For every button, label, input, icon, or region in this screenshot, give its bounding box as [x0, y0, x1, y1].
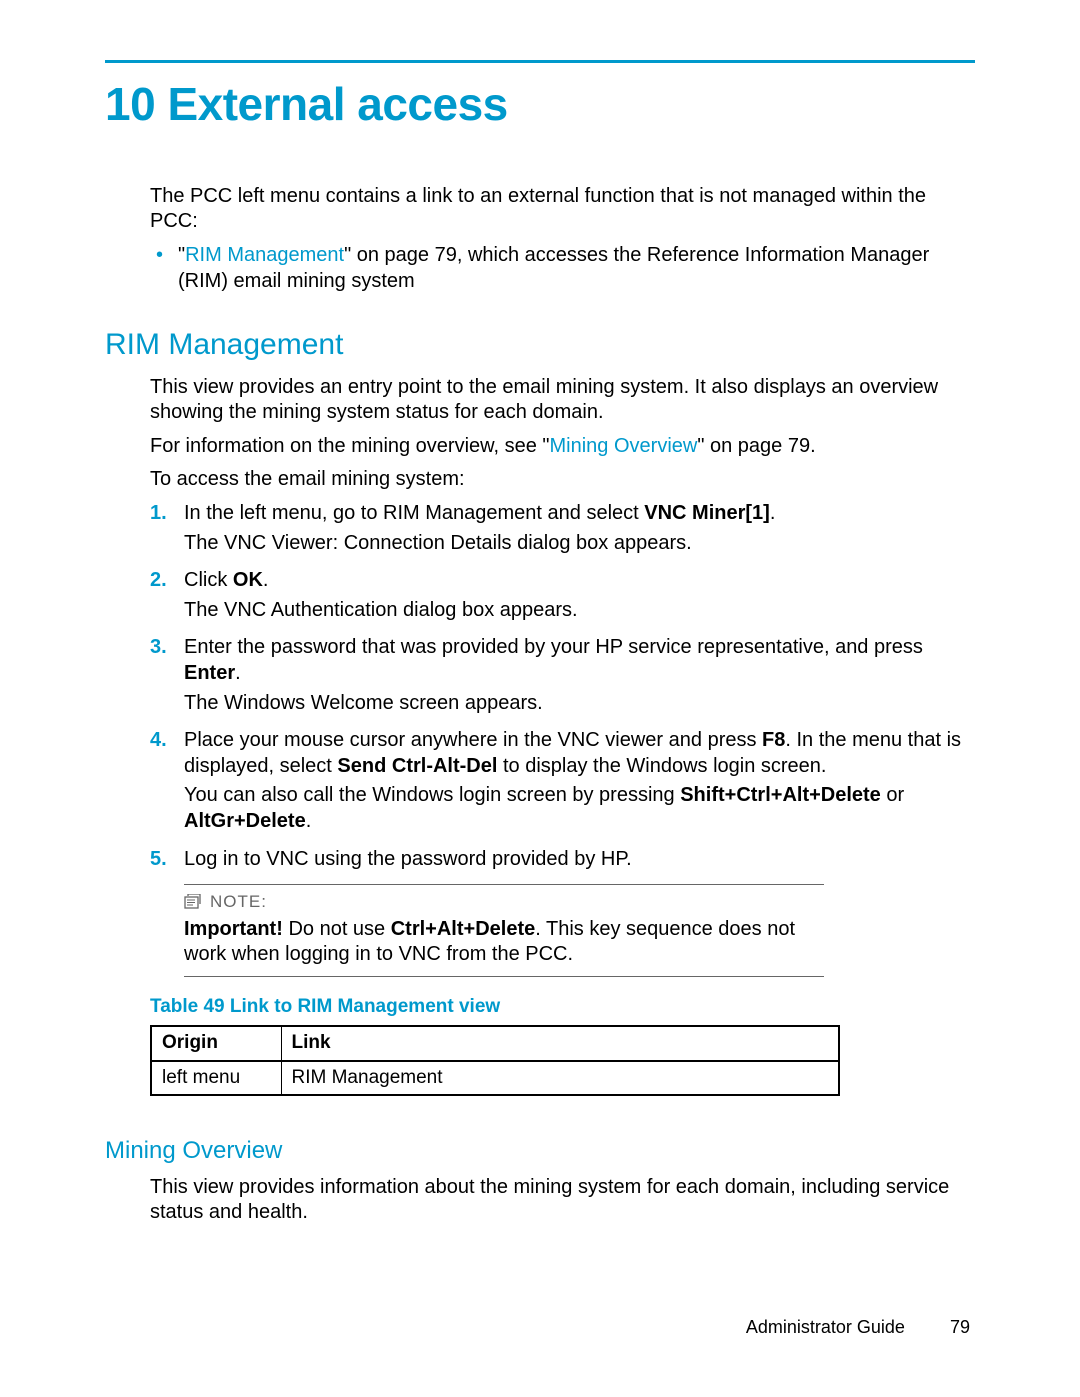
- chapter-title: External access: [167, 78, 507, 130]
- rim-link-table: Origin Link left menu RIM Management: [150, 1025, 840, 1096]
- table-header-row: Origin Link: [151, 1026, 839, 1060]
- chapter-heading: 10 External access: [105, 75, 975, 134]
- steps-list: In the left menu, go to RIM Management a…: [150, 501, 975, 872]
- intro-bullet-item: "RIM Management" on page 79, which acces…: [150, 243, 975, 294]
- th-origin: Origin: [151, 1026, 281, 1060]
- intro-block: The PCC left menu contains a link to an …: [150, 184, 975, 294]
- table-row: left menu RIM Management: [151, 1061, 839, 1095]
- chapter-number: 10: [105, 78, 155, 130]
- rim-body: This view provides an entry point to the…: [150, 375, 975, 1096]
- page-footer: Administrator Guide 79: [746, 1316, 970, 1339]
- note-body: Important! Do not use Ctrl+Alt+Delete. T…: [184, 917, 824, 968]
- rim-para3: To access the email mining system:: [150, 467, 975, 493]
- step-2: Click OK. The VNC Authentication dialog …: [150, 568, 975, 623]
- note-rule-top: [184, 884, 824, 885]
- td-link: RIM Management: [281, 1061, 839, 1095]
- rim-para1: This view provides an entry point to the…: [150, 375, 975, 426]
- step-2-result: The VNC Authentication dialog box appear…: [184, 598, 975, 624]
- rim-heading: RIM Management: [105, 326, 975, 364]
- note-label: NOTE:: [184, 891, 824, 913]
- intro-bullets: "RIM Management" on page 79, which acces…: [150, 243, 975, 294]
- note-block: NOTE: Important! Do not use Ctrl+Alt+Del…: [184, 884, 824, 977]
- footer-page-number: 79: [950, 1316, 970, 1339]
- rim-management-link[interactable]: RIM Management: [185, 244, 344, 266]
- page-content: 10 External access The PCC left menu con…: [105, 60, 975, 1234]
- note-rule-bottom: [184, 976, 824, 977]
- mining-overview-link[interactable]: Mining Overview: [550, 435, 698, 457]
- step-4-alt: You can also call the Windows login scre…: [184, 783, 975, 834]
- mining-para: This view provides information about the…: [150, 1175, 975, 1226]
- th-link: Link: [281, 1026, 839, 1060]
- footer-doc-title: Administrator Guide: [746, 1317, 905, 1337]
- step-1-result: The VNC Viewer: Connection Details dialo…: [184, 531, 975, 557]
- table-caption: Table 49 Link to RIM Management view: [150, 995, 975, 1019]
- mining-body: This view provides information about the…: [150, 1175, 975, 1226]
- intro-paragraph: The PCC left menu contains a link to an …: [150, 184, 975, 235]
- note-icon: [184, 894, 202, 910]
- mining-heading: Mining Overview: [105, 1136, 975, 1167]
- td-origin: left menu: [151, 1061, 281, 1095]
- step-3: Enter the password that was provided by …: [150, 635, 975, 716]
- top-rule: [105, 60, 975, 63]
- step-3-result: The Windows Welcome screen appears.: [184, 691, 975, 717]
- step-1: In the left menu, go to RIM Management a…: [150, 501, 975, 556]
- rim-para2: For information on the mining overview, …: [150, 434, 975, 460]
- step-5: Log in to VNC using the password provide…: [150, 847, 975, 873]
- step-4: Place your mouse cursor anywhere in the …: [150, 728, 975, 834]
